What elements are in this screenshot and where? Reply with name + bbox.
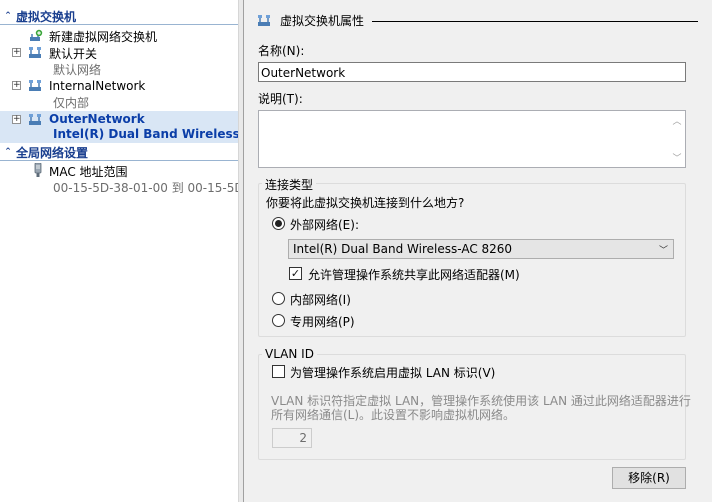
collapse-chevron-icon[interactable]: ⌃ <box>0 147 16 157</box>
vlan-id-input[interactable]: 2 <box>272 428 312 448</box>
chevron-down-icon: ﹀ <box>658 246 668 256</box>
properties-pane: 虚拟交换机属性 名称(N): OuterNetwork 说明(T): ︿ ﹀ 连… <box>244 0 712 502</box>
properties-header: 虚拟交换机属性 <box>256 12 364 29</box>
tree-item-label: InternalNetwork <box>49 79 146 93</box>
tree-item-outer-network[interactable]: + OuterNetwork Intel(R) Dual Band Wirele… <box>0 111 268 143</box>
tree-item-sub-row: 默认网络 <box>0 61 238 77</box>
network-switch-icon <box>29 80 41 91</box>
section-title-global-network: 全局网络设置 <box>16 145 89 160</box>
tree-item-sub-row: 仅内部 <box>0 94 238 110</box>
adapter-select[interactable]: Intel(R) Dual Band Wireless-AC 8260 ﹀ <box>288 239 674 259</box>
section-header-global-network[interactable]: ⌃ 全局网络设置 <box>0 144 238 161</box>
tree-item-sublabel: 默认网络 <box>53 62 102 77</box>
section-header-virtual-switches[interactable]: ⌃ 虚拟交换机 <box>0 8 238 25</box>
scroll-up-icon[interactable]: ︿ <box>672 114 681 127</box>
private-network-radio[interactable] <box>272 314 285 327</box>
internal-network-label[interactable]: 内部网络(I) <box>290 291 351 308</box>
expand-icon[interactable]: + <box>12 81 21 90</box>
tree-item-label: MAC 地址范围 <box>49 164 128 179</box>
vlan-hint-line1: VLAN 标识符指定虚拟 LAN，管理操作系统使用该 LAN 通过此网络适配器进… <box>271 394 691 408</box>
internal-network-radio[interactable] <box>272 292 285 305</box>
tree-item-label: OuterNetwork <box>49 112 145 126</box>
collapse-chevron-icon[interactable]: ⌃ <box>0 11 16 21</box>
description-input[interactable]: ︿ ﹀ <box>258 110 686 168</box>
tree-item-sublabel: 仅内部 <box>53 95 90 110</box>
description-label: 说明(T): <box>258 92 303 106</box>
header-divider <box>372 21 698 22</box>
external-network-radio[interactable] <box>272 217 285 230</box>
network-switch-icon <box>29 114 41 125</box>
name-label: 名称(N): <box>258 44 305 58</box>
tree-item-label: 新建虚拟网络交换机 <box>49 29 158 44</box>
tree-item-internal-network[interactable]: + InternalNetwork <box>0 78 238 94</box>
tree-item-sublabel: Intel(R) Dual Band Wireless-A... <box>53 127 268 141</box>
network-switch-icon <box>258 14 270 26</box>
scroll-down-icon[interactable]: ﹀ <box>672 151 681 164</box>
vlan-hint-line2: 所有网络通信(L)。此设置不影响虚拟机网络。 <box>271 408 516 422</box>
left-pane: ⌃ 虚拟交换机 新建虚拟网络交换机 + 默认开关 默认网络 + Internal… <box>0 0 268 502</box>
private-network-label[interactable]: 专用网络(P) <box>290 313 355 330</box>
description-scrollbar[interactable]: ︿ ﹀ <box>669 111 685 167</box>
remove-button[interactable]: 移除(R) <box>612 467 686 489</box>
new-switch-icon <box>30 29 43 41</box>
connection-type-title: 连接类型 <box>262 176 317 193</box>
properties-title: 虚拟交换机属性 <box>280 14 365 28</box>
expand-icon[interactable]: + <box>12 48 21 57</box>
external-network-label[interactable]: 外部网络(E): <box>290 216 359 233</box>
allow-share-label[interactable]: 允许管理操作系统共享此网络适配器(M) <box>308 266 520 283</box>
connection-question: 你要将此虚拟交换机连接到什么地方? <box>266 196 465 210</box>
adapter-select-value: Intel(R) Dual Band Wireless-AC 8260 <box>293 242 513 256</box>
tree-item-label: 默认开关 <box>49 46 98 61</box>
expand-icon[interactable]: + <box>12 115 21 124</box>
tree-item-sublabel: 00-15-5D-38-01-00 到 00-15-5D-3... <box>53 180 267 195</box>
vlan-enable-label[interactable]: 为管理操作系统启用虚拟 LAN 标识(V) <box>290 364 495 381</box>
section-title-virtual-switches: 虚拟交换机 <box>16 9 77 24</box>
network-switch-icon <box>29 47 41 58</box>
tree-item-mac-range[interactable]: MAC 地址范围 <box>0 163 238 179</box>
vlan-title: VLAN ID <box>262 347 317 361</box>
mac-range-icon <box>34 163 42 177</box>
vlan-enable-checkbox[interactable] <box>272 365 285 378</box>
tree-item-new-switch[interactable]: 新建虚拟网络交换机 <box>0 28 238 44</box>
tree-item-default-switch[interactable]: + 默认开关 <box>0 45 238 61</box>
name-input[interactable]: OuterNetwork <box>258 62 686 82</box>
tree-item-sub-row: 00-15-5D-38-01-00 到 00-15-5D-3... <box>0 179 267 195</box>
allow-share-checkbox[interactable]: ✓ <box>289 267 302 280</box>
